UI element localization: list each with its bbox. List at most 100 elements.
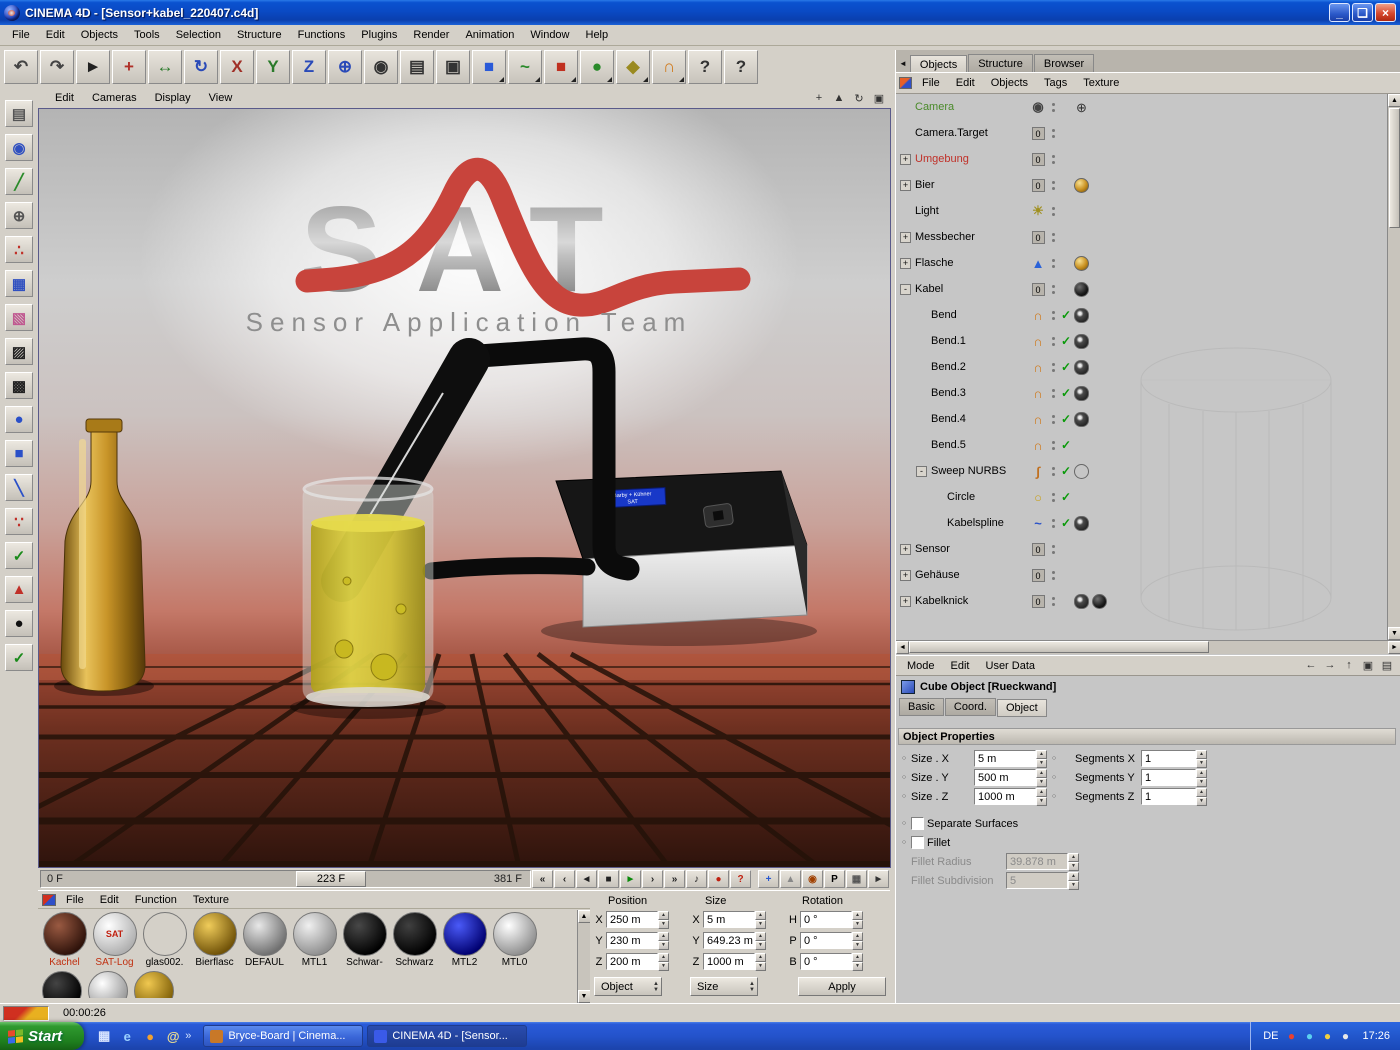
task-bryce-board-cinema[interactable]: Bryce-Board | Cinema... — [203, 1025, 363, 1047]
viewport-menu-display[interactable]: Display — [146, 90, 200, 106]
coord-position-x-input-up[interactable]: ▲ — [658, 911, 669, 920]
main-menu-selection[interactable]: Selection — [168, 26, 229, 44]
coord-position-y-input-spinner[interactable]: ▲▼ — [658, 932, 669, 949]
object-tree-hscrollbar[interactable]: ◄ ► — [896, 640, 1400, 654]
material-mtl1[interactable]: MTL1 — [290, 911, 339, 968]
keyframe-bullet-icon[interactable]: ○ — [1050, 755, 1058, 762]
material-mtl2[interactable]: MTL2 — [440, 911, 489, 968]
tree-row-umgebung[interactable]: +Umgebung0 — [896, 146, 1120, 172]
input-size-y-up[interactable]: ▲ — [1036, 769, 1047, 778]
coord-size-z-input-down[interactable]: ▼ — [755, 962, 766, 971]
material-mtl0[interactable]: MTL0 — [490, 911, 539, 968]
coord-rotation-b-input-down[interactable]: ▼ — [852, 962, 863, 971]
layer-dots[interactable] — [1048, 155, 1058, 164]
main-menu-render[interactable]: Render — [405, 26, 457, 44]
input-segments-z[interactable]: 1 — [1141, 788, 1196, 805]
zoom-view-icon[interactable]: ▲ — [831, 91, 847, 105]
dropdown-size[interactable]: Size▲▼ — [690, 977, 758, 996]
attribute-menu-mode[interactable]: Mode — [899, 657, 943, 675]
mail-icon[interactable]: @ — [163, 1026, 183, 1046]
vertex-paint-icon[interactable]: ∵ — [5, 508, 33, 535]
coordinate-system-icon[interactable]: ⊕ — [328, 50, 362, 84]
coord-size-y-input-spinner[interactable]: ▲▼ — [755, 932, 766, 949]
main-menu-tools[interactable]: Tools — [126, 26, 168, 44]
play-button[interactable]: ► — [620, 870, 641, 888]
pen-tool-icon[interactable]: ╲ — [5, 474, 33, 501]
input-size-x[interactable]: 5 m — [974, 750, 1036, 767]
input-segments-x-spinner[interactable]: ▲▼ — [1196, 750, 1207, 767]
timeline-current-frame-handle[interactable]: 223 F — [296, 871, 366, 887]
material-sat-log[interactable]: SATSAT-Log — [90, 911, 139, 968]
spline-primitives-icon[interactable]: ~ — [508, 50, 542, 84]
layer-dots[interactable] — [1048, 597, 1058, 606]
input-segments-y-spinner[interactable]: ▲▼ — [1196, 769, 1207, 786]
texture-axis-icon[interactable]: ▧ — [5, 304, 33, 331]
key-settings-button[interactable]: ▦ — [846, 870, 867, 888]
material-sphere[interactable] — [134, 971, 174, 998]
live-selection-icon[interactable]: ► — [76, 50, 110, 84]
enabled-check-icon[interactable]: ✓ — [1058, 386, 1074, 400]
layer-dots[interactable] — [1048, 441, 1058, 450]
tree-row-bend-1[interactable]: Bend.1∩✓ — [896, 328, 1120, 354]
manager-tab-structure[interactable]: Structure — [968, 54, 1033, 72]
layer-dots[interactable] — [1048, 129, 1058, 138]
lock-x-axis-icon[interactable]: X — [220, 50, 254, 84]
workplane-icon[interactable]: ▲ — [5, 576, 33, 603]
checkerboard-icon[interactable]: ▨ — [5, 338, 33, 365]
help-button[interactable]: ? — [730, 870, 751, 888]
coord-position-y-input[interactable]: 230 m — [606, 932, 658, 949]
scroll-up-icon[interactable]: ▲ — [578, 910, 591, 923]
coord-position-y-input-down[interactable]: ▼ — [658, 941, 669, 950]
manager-tab-objects[interactable]: Objects — [910, 55, 967, 73]
coord-rotation-h-input-up[interactable]: ▲ — [852, 911, 863, 920]
material-schwarz[interactable]: Schwarz — [390, 911, 439, 968]
scale-tool-icon[interactable]: ↔ — [148, 50, 182, 84]
tree-row-sensor[interactable]: +Sensor0 — [896, 536, 1120, 562]
input-size-x-spinner[interactable]: ▲▼ — [1036, 750, 1047, 767]
render-view-icon[interactable]: ◉ — [364, 50, 398, 84]
expand-icon[interactable]: + — [900, 180, 911, 191]
restore-button[interactable]: ❏ — [1352, 3, 1373, 22]
taskbar-clock[interactable]: 17:26 — [1362, 1030, 1390, 1042]
material-bierflasc[interactable]: Bierflasc — [190, 911, 239, 968]
expand-icon[interactable]: + — [900, 596, 911, 607]
viewport-menu-edit[interactable]: Edit — [46, 90, 83, 106]
material-sphere[interactable] — [88, 971, 128, 998]
coord-rotation-p-input-down[interactable]: ▼ — [852, 941, 863, 950]
rotate-view-icon[interactable]: ↻ — [851, 91, 867, 105]
coord-rotation-h-input-spinner[interactable]: ▲▼ — [852, 911, 863, 928]
main-menu-window[interactable]: Window — [522, 26, 577, 44]
render-settings-icon[interactable]: ▤ — [400, 50, 434, 84]
snap-enable-icon[interactable]: ✓ — [5, 542, 33, 569]
material-menu-edit[interactable]: Edit — [92, 892, 127, 908]
point-mode-icon[interactable]: ∴ — [5, 236, 33, 263]
checkbox-separate-surfaces[interactable] — [911, 817, 924, 830]
coord-rotation-h-input-down[interactable]: ▼ — [852, 920, 863, 929]
move-tool-icon[interactable]: + — [112, 50, 146, 84]
input-size-x-down[interactable]: ▼ — [1036, 759, 1047, 768]
gold-tag-icon[interactable] — [1074, 256, 1089, 271]
volume-tray-icon[interactable]: ● — [1320, 1029, 1334, 1043]
material-menu-texture[interactable]: Texture — [185, 892, 237, 908]
attribute-menu-user-data[interactable]: User Data — [978, 657, 1044, 675]
previous-key-button[interactable]: ‹ — [554, 870, 575, 888]
object-menu-edit[interactable]: Edit — [948, 74, 983, 92]
layer-dots[interactable] — [1048, 181, 1058, 190]
enabled-check-icon[interactable]: ✓ — [1058, 308, 1074, 322]
layer-dots[interactable] — [1048, 415, 1058, 424]
minimize-button[interactable]: _ — [1329, 3, 1350, 22]
input-segments-z-down[interactable]: ▼ — [1196, 797, 1207, 806]
keyframe-bullet-icon[interactable]: ○ — [900, 820, 908, 827]
expand-timeline-button[interactable]: ► — [868, 870, 889, 888]
goto-start-button[interactable]: « — [532, 870, 553, 888]
lock-z-axis-icon[interactable]: Z — [292, 50, 326, 84]
modeling-objects-icon[interactable]: ● — [580, 50, 614, 84]
expand-icon[interactable]: + — [900, 570, 911, 581]
help-pointer-icon[interactable]: ? — [688, 50, 722, 84]
layer-dots[interactable] — [1048, 389, 1058, 398]
tree-row-kabel[interactable]: -Kabel0 — [896, 276, 1120, 302]
object-menu-objects[interactable]: Objects — [983, 74, 1036, 92]
tree-row-circle[interactable]: Circle○✓ — [896, 484, 1120, 510]
scene-objects-icon[interactable]: ◆ — [616, 50, 650, 84]
scroll-up-icon[interactable]: ▲ — [1388, 94, 1400, 107]
